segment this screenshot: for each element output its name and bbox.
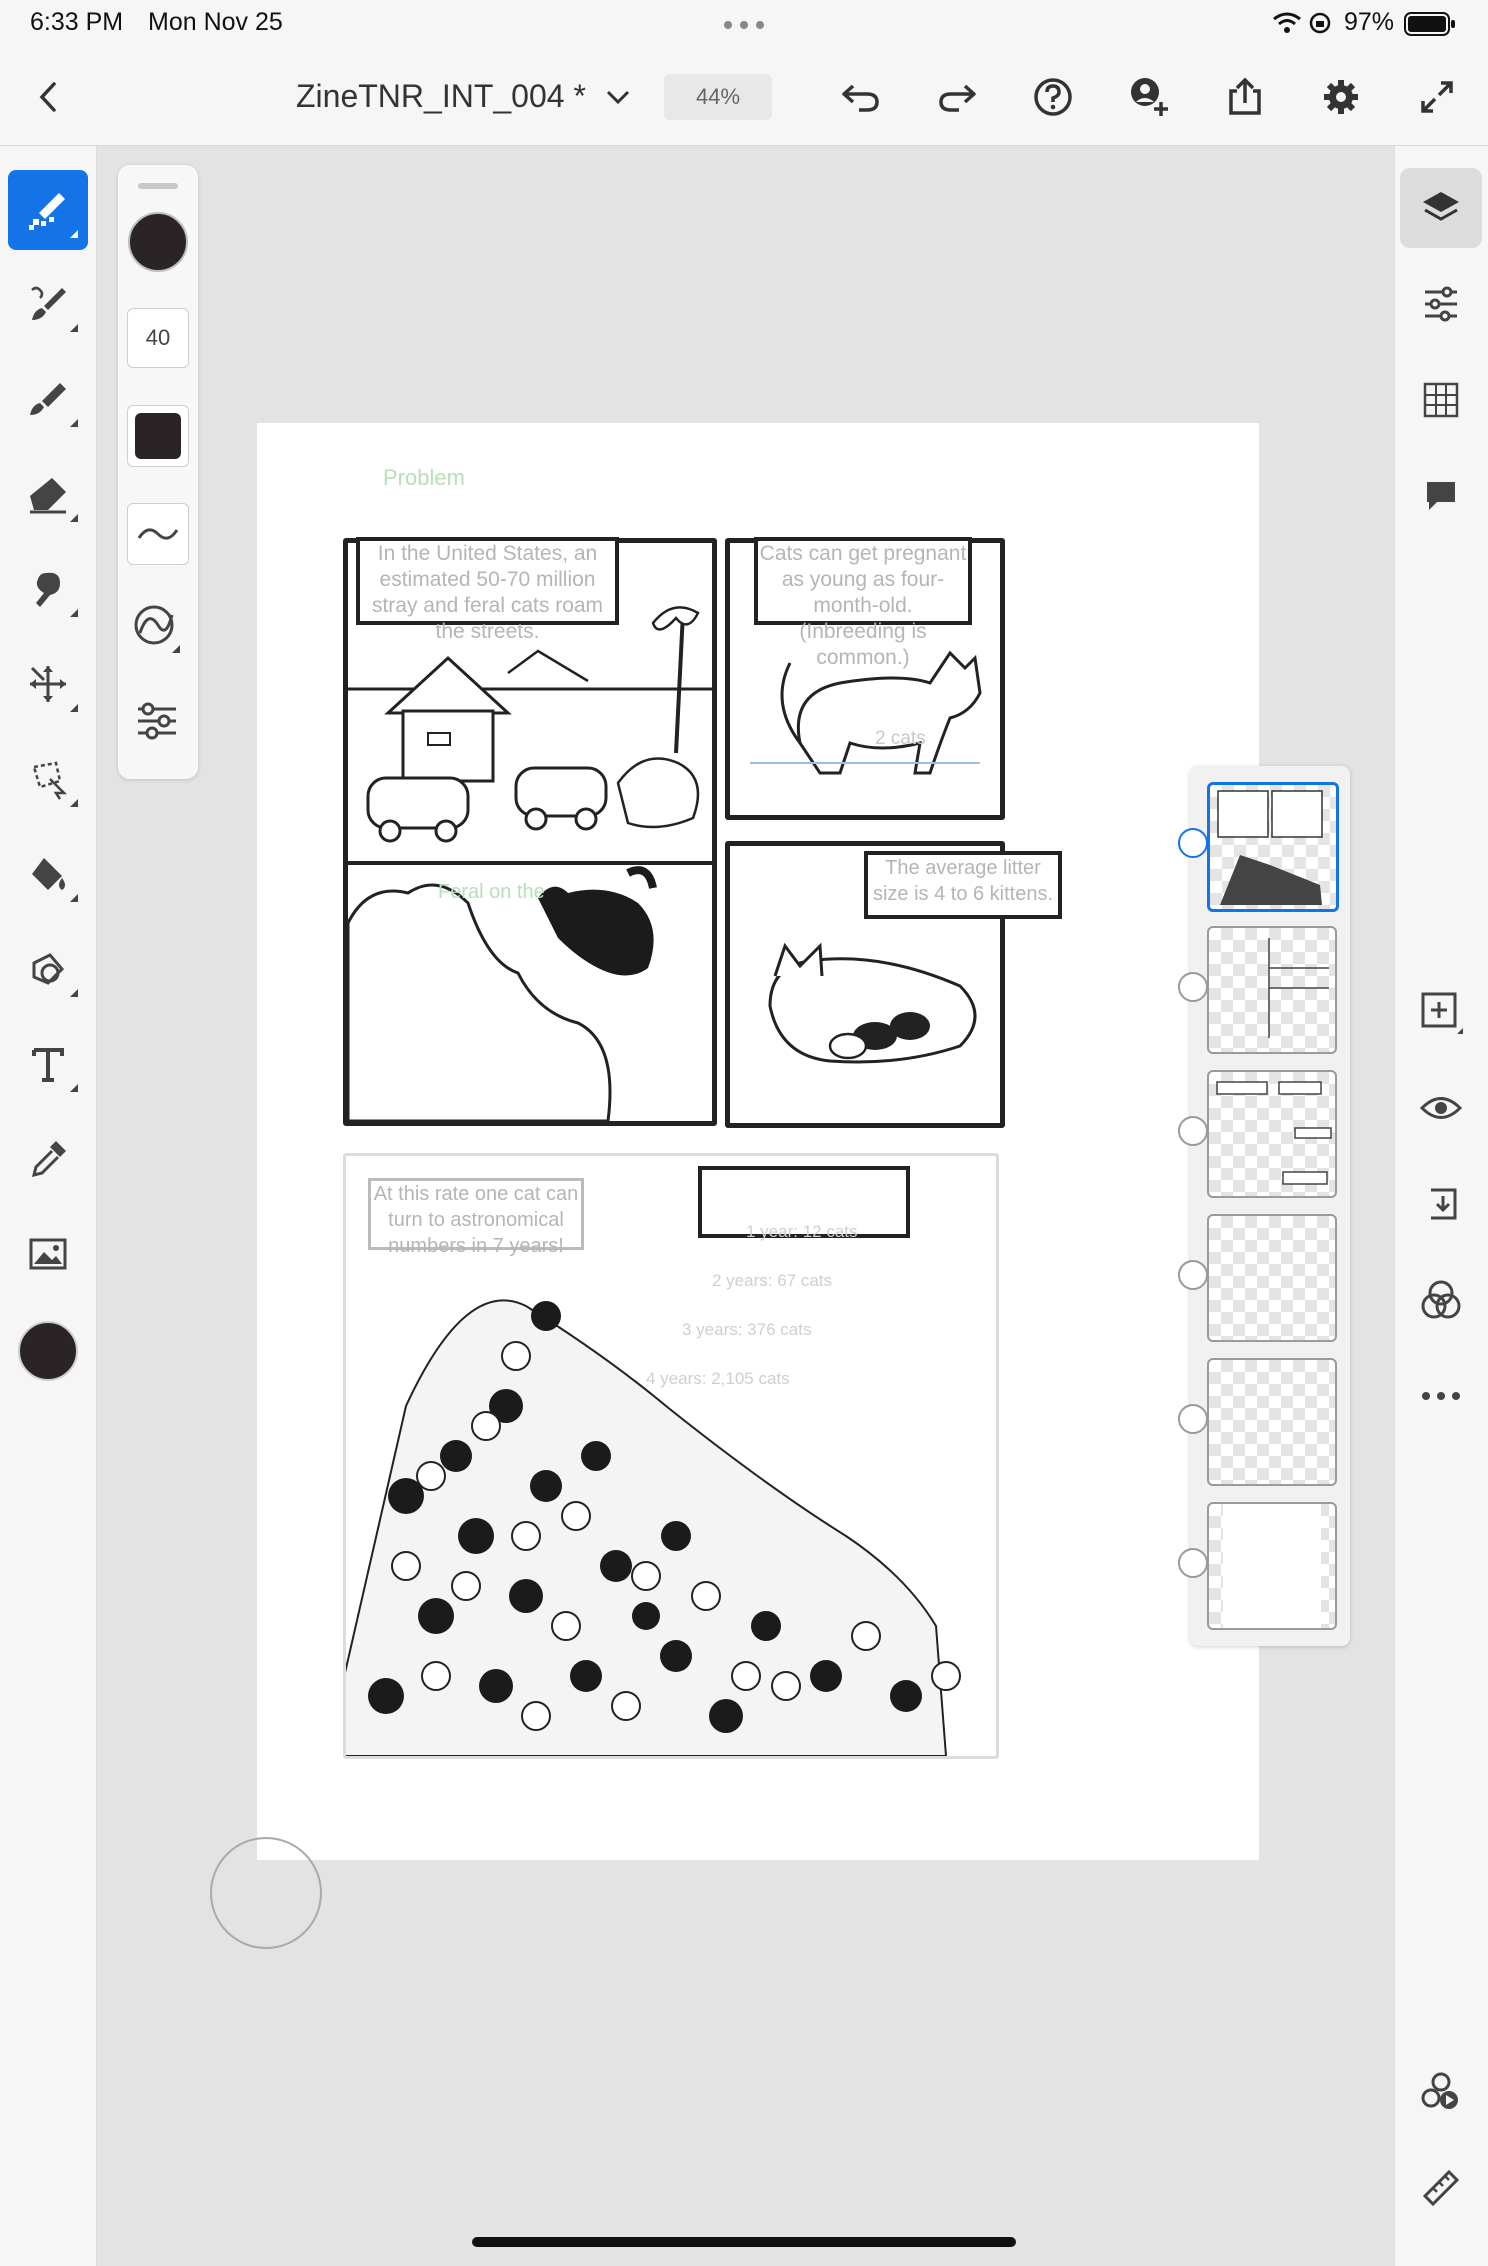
eyedropper-tool[interactable]	[8, 1119, 88, 1199]
right-toolbar	[1394, 146, 1488, 2266]
comic-panel-pregnant-cat: Cats can get pregnant as young as four-m…	[725, 537, 1005, 820]
smudge-tool[interactable]	[8, 549, 88, 629]
smoothing-icon[interactable]	[127, 503, 189, 565]
caption-pregnancy-age: Cats can get pregnant as young as four-m…	[754, 537, 972, 669]
brush-settings-panel: 40	[118, 165, 198, 779]
fullscreen-icon[interactable]	[1412, 72, 1462, 122]
merge-down-icon[interactable]	[1400, 1164, 1482, 1244]
pressure-curve-icon[interactable]	[132, 603, 182, 658]
layer-thumbnail-6[interactable]	[1207, 1502, 1337, 1630]
comic-panel-population: At this rate one cat can turn to astrono…	[343, 1153, 999, 1759]
blend-mode-icon[interactable]	[1400, 1260, 1482, 1340]
count-year-2: 2 years: 67 cats	[712, 1271, 833, 1290]
layer-thumbnail-3[interactable]	[1207, 1070, 1337, 1198]
layer-handle-5[interactable]	[1178, 1404, 1208, 1434]
add-layer-icon[interactable]	[1400, 972, 1482, 1052]
vector-brush-tool[interactable]	[8, 359, 88, 439]
share-icon[interactable]	[1220, 72, 1270, 122]
liquify-tool[interactable]	[8, 929, 88, 1009]
document-title[interactable]: ZineTNR_INT_004 *	[296, 78, 586, 115]
comic-panel-litter: The average litter size is 4 to 6 kitten…	[725, 841, 1062, 1128]
brush-size-field[interactable]: 40	[127, 308, 189, 368]
ruler-icon[interactable]	[1400, 2148, 1482, 2228]
transform-tool[interactable]	[8, 644, 88, 724]
layer-thumbnail-1[interactable]	[1207, 782, 1339, 912]
home-indicator[interactable]	[472, 2237, 1016, 2247]
layer-handle-4[interactable]	[1178, 1260, 1208, 1290]
pixel-brush-tool[interactable]	[8, 170, 88, 250]
canvas-page[interactable]: Problem In the United States, an estimat…	[257, 423, 1259, 1860]
sketch-note-feral: Feral on the	[438, 881, 545, 903]
eraser-tool[interactable]	[8, 454, 88, 534]
status-date: Mon Nov 25	[148, 8, 283, 36]
caption-stray-count: In the United States, an estimated 50-70…	[356, 537, 619, 643]
undo-icon[interactable]	[836, 72, 886, 122]
comments-icon[interactable]	[1400, 456, 1482, 536]
top-toolbar: ZineTNR_INT_004 * 44%	[0, 50, 1488, 146]
layer-handle-3[interactable]	[1178, 1116, 1208, 1146]
color-swatch[interactable]	[8, 1311, 88, 1391]
brush-settings-icon[interactable]	[134, 701, 180, 746]
layer-thumbnail-4[interactable]	[1207, 1214, 1337, 1342]
lasso-tool[interactable]	[8, 739, 88, 819]
invite-icon[interactable]	[1124, 72, 1174, 122]
left-toolbar	[0, 146, 97, 2266]
sketch-note-cats: 2 cats	[875, 728, 926, 749]
visibility-icon[interactable]	[1400, 1068, 1482, 1148]
status-time: 6:33 PM	[30, 8, 124, 36]
more-options-icon[interactable]	[1400, 1356, 1482, 1436]
battery-icon	[1404, 11, 1456, 42]
count-year-4: 4 years: 2,105 cats	[646, 1369, 790, 1388]
layer-thumbnail-5[interactable]	[1207, 1358, 1337, 1486]
layers-panel	[1178, 766, 1350, 1646]
live-brush-tool[interactable]	[8, 264, 88, 344]
layers-icon[interactable]	[1400, 168, 1482, 248]
layer-handle-1[interactable]	[1178, 828, 1208, 858]
status-bar: 6:33 PM Mon Nov 25 97%	[0, 0, 1488, 50]
image-tool[interactable]	[8, 1214, 88, 1294]
timelapse-icon[interactable]	[1400, 2052, 1482, 2132]
redo-icon[interactable]	[932, 72, 982, 122]
settings-icon[interactable]	[1316, 72, 1366, 122]
brush-opacity-swatch[interactable]	[127, 405, 189, 467]
help-icon[interactable]	[1028, 72, 1078, 122]
chevron-down-icon[interactable]	[593, 72, 643, 122]
back-icon[interactable]	[24, 72, 74, 122]
battery-percent: 97%	[1344, 8, 1395, 36]
layer-handle-6[interactable]	[1178, 1548, 1208, 1578]
grid-icon[interactable]	[1400, 360, 1482, 440]
count-year-1: 1 year: 12 cats	[746, 1222, 858, 1241]
section-label: Problem	[383, 465, 465, 490]
panel-drag-handle[interactable]	[138, 183, 178, 189]
brush-cursor-circle	[210, 1837, 322, 1949]
layer-properties-icon[interactable]	[1400, 264, 1482, 344]
orientation-lock-icon	[1308, 11, 1332, 40]
fill-tool[interactable]	[8, 834, 88, 914]
zoom-level[interactable]: 44%	[664, 74, 772, 120]
brush-color-dot[interactable]	[127, 211, 189, 278]
caption-growth-rate: At this rate one cat can turn to astrono…	[368, 1178, 584, 1257]
comic-panel-streets: In the United States, an estimated 50-70…	[343, 537, 717, 1126]
caption-litter-size: The average litter size is 4 to 6 kitten…	[864, 851, 1062, 919]
multitask-dots-icon[interactable]	[722, 18, 766, 36]
layer-handle-2[interactable]	[1178, 972, 1208, 1002]
count-year-3: 3 years: 376 cats	[682, 1320, 812, 1339]
text-tool[interactable]	[8, 1024, 88, 1104]
layer-thumbnail-2[interactable]	[1207, 926, 1337, 1054]
wifi-icon	[1272, 10, 1302, 41]
